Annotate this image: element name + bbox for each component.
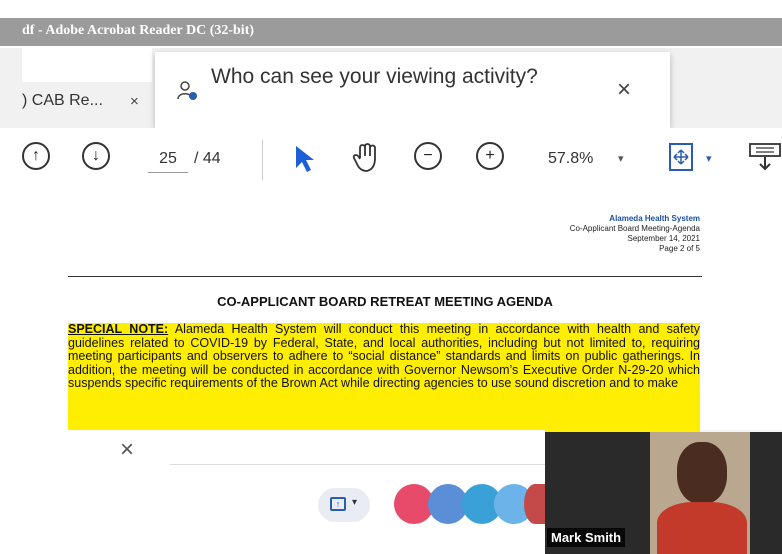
reaction-red-icon[interactable] (524, 484, 546, 524)
tab-document[interactable]: ) CAB Re... × (22, 48, 152, 110)
popup-close-icon[interactable]: × (617, 76, 631, 104)
hand-tool-icon[interactable] (352, 142, 382, 174)
page-total: / 44 (194, 150, 221, 167)
window-title: df - Adobe Acrobat Reader DC (32-bit) (22, 23, 255, 38)
participant-body (657, 502, 747, 554)
document-title: CO-APPLICANT BOARD RETREAT MEETING AGEND… (217, 294, 553, 309)
tab-close-icon[interactable]: × (130, 93, 139, 110)
notification-close-icon[interactable]: × (120, 436, 134, 464)
share-screen-button[interactable]: ↑ ▾ (318, 488, 370, 522)
fit-dropdown-chevron-icon[interactable]: ▾ (706, 146, 712, 172)
toolbar-divider (262, 140, 263, 180)
header-rule (68, 276, 702, 277)
popup-message: Who can see your viewing activity? (211, 65, 538, 88)
page-number-input[interactable]: 25 (148, 146, 188, 173)
window-titlebar: df - Adobe Acrobat Reader DC (32-bit) (0, 0, 782, 48)
read-mode-icon[interactable] (748, 142, 782, 172)
share-screen-icon: ↑ (330, 497, 346, 511)
viewing-activity-popup: Who can see your viewing activity? × (155, 52, 670, 128)
titlebar-strip[interactable]: df - Adobe Acrobat Reader DC (32-bit) (0, 18, 782, 46)
acrobat-toolbar: ↑ ↓ 25 / 44 − + 57.8% ▾ ▾ (0, 128, 782, 191)
tab-label: ) CAB Re... (22, 92, 103, 109)
special-note-label: SPECIAL NOTE: (68, 323, 169, 336)
header-org: Alameda Health System (609, 214, 700, 223)
header-line-3: September 14, 2021 (627, 234, 701, 243)
participant-video-tile[interactable]: Mark Smith (545, 432, 782, 554)
zoom-dropdown-chevron-icon[interactable]: ▾ (618, 146, 624, 172)
share-chevron-icon: ▾ (352, 497, 358, 508)
header-line-4: Page 2 of 5 (659, 244, 700, 253)
participant-head (677, 442, 727, 504)
select-cursor-icon[interactable] (292, 144, 318, 174)
header-line-2: Co-Applicant Board Meeting-Agenda (569, 224, 700, 233)
special-note: SPECIAL NOTE: Alameda Health System will… (68, 323, 700, 433)
zoom-out-icon[interactable]: − (414, 142, 442, 170)
participant-name-label: Mark Smith (547, 528, 626, 547)
document-header: Alameda Health System Co-Applicant Board… (570, 214, 700, 254)
notification-bar: × (0, 430, 550, 468)
zoom-level[interactable]: 57.8% (548, 146, 593, 172)
zoom-in-icon[interactable]: + (476, 142, 504, 170)
page-down-icon[interactable]: ↓ (82, 142, 110, 170)
page-up-icon[interactable]: ↑ (22, 142, 50, 170)
document-page[interactable]: Alameda Health System Co-Applicant Board… (0, 190, 782, 433)
meeting-controls: ↑ ▾ (0, 468, 546, 554)
fit-page-icon[interactable] (668, 142, 696, 172)
notification-divider (170, 464, 550, 465)
user-activity-icon (177, 81, 197, 100)
